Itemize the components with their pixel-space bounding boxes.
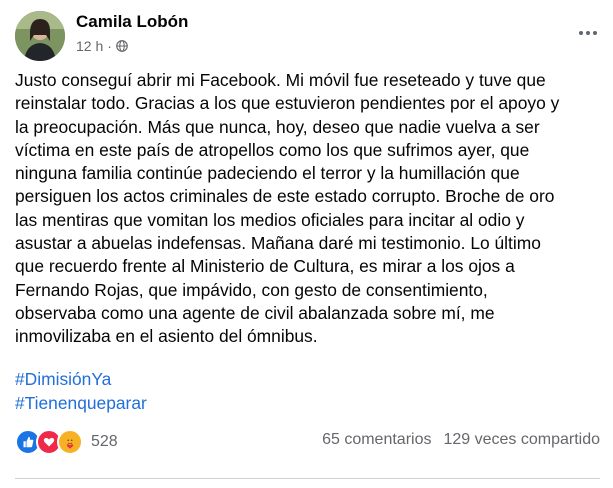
post-timestamp[interactable]: 12 h [76, 38, 103, 54]
globe-icon[interactable] [116, 40, 128, 52]
post-line: asustar a abuelas indefensas. Mañana dar… [15, 233, 541, 254]
post-line: reinstalar todo. Gracias a los que estuv… [15, 93, 560, 114]
hashtag-link[interactable]: #Tienenqueparar [15, 393, 147, 414]
comments-count-link[interactable]: 65 comentarios [322, 431, 431, 449]
post-line: que recuerdo frente al Ministerio de Cul… [15, 256, 515, 277]
avatar-photo [15, 11, 65, 61]
divider [15, 478, 600, 479]
reactions-summary[interactable]: 528 [15, 429, 118, 455]
avatar[interactable] [15, 11, 65, 61]
post-line: víctima en este país de atropellos como … [15, 139, 530, 160]
post-body: Justo conseguí abrir mi Facebook. Mi móv… [15, 69, 607, 349]
engagement-bar: 528 65 comentarios 129 veces compartido [15, 426, 600, 456]
engagement-stats: 65 comentarios 129 veces compartido [322, 431, 600, 449]
post-line: la preocupación. Más que nunca, hoy, des… [15, 116, 540, 137]
meta-separator: · [107, 38, 112, 54]
post-line: persiguen los actos criminales de este e… [15, 186, 555, 207]
shares-count-link[interactable]: 129 veces compartido [443, 431, 600, 449]
post-header: Camila Lobón 12 h · [15, 11, 605, 63]
post-line: observaba como una agente de civil abala… [15, 302, 495, 323]
post-line: Fernando Rojas, que impávido, con gesto … [15, 279, 488, 300]
hashtag-link[interactable]: #DimisiónYa [15, 369, 111, 390]
post-line: ninguna familia continúe padeciendo el t… [15, 163, 520, 184]
post-line: Justo conseguí abrir mi Facebook. Mi móv… [15, 70, 546, 90]
ellipsis-icon-dot [586, 31, 590, 35]
author-name[interactable]: Camila Lobón [76, 12, 188, 32]
post-line: las mentiras que vomitan los medios ofic… [15, 209, 525, 230]
post-meta: 12 h · [76, 38, 128, 54]
ellipsis-icon-dot [579, 31, 583, 35]
care-icon [57, 429, 83, 455]
ellipsis-icon-dot [593, 31, 597, 35]
post-line: inmovilizaba en el asiento del ómnibus. [15, 326, 318, 347]
reaction-count: 528 [91, 433, 118, 450]
more-options-button[interactable] [573, 23, 603, 43]
